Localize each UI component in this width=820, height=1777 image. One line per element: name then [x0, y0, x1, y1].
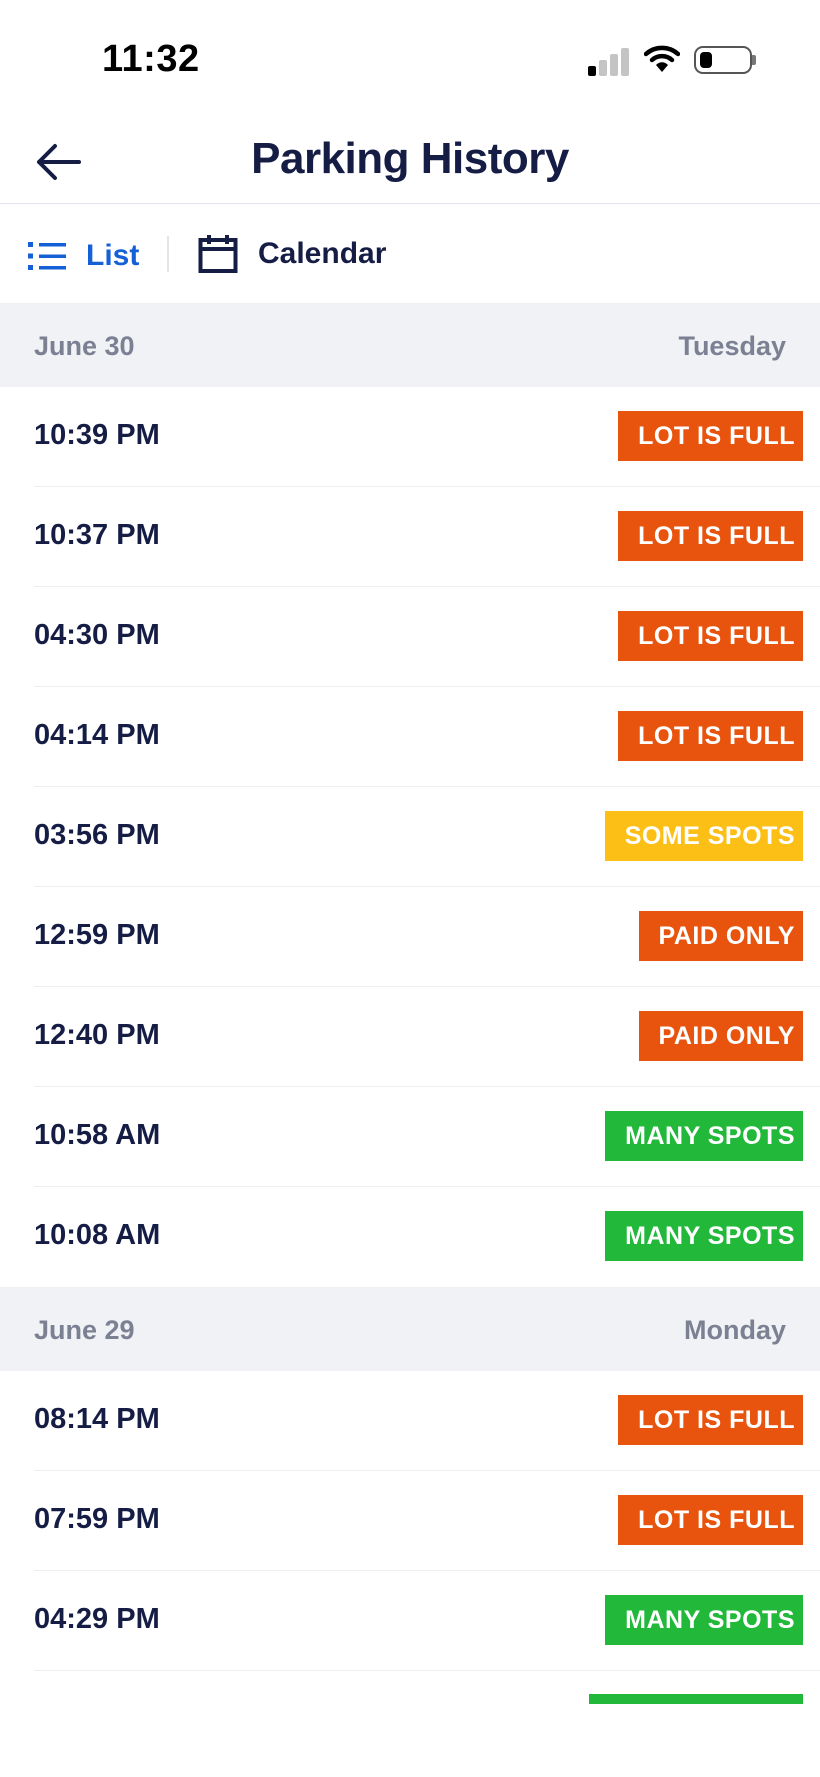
entry-time: 12:40 PM: [34, 1019, 160, 1051]
status-badge-partial: [589, 1694, 803, 1704]
status-badge: LOT IS FULL: [618, 511, 803, 561]
history-row[interactable]: 07:59 PM LOT IS FULL: [0, 1471, 820, 1571]
entry-time: 10:58 AM: [34, 1119, 161, 1151]
section-date: June 30: [34, 331, 135, 361]
history-row[interactable]: 10:37 PM LOT IS FULL: [0, 487, 820, 587]
history-row[interactable]: 08:14 PM LOT IS FULL: [0, 1371, 820, 1471]
page-title: Parking History: [251, 134, 569, 183]
history-row[interactable]: 10:08 AM MANY SPOTS: [0, 1187, 820, 1287]
entry-time: 03:56 PM: [34, 819, 160, 851]
status-bar: 11:32: [0, 0, 820, 120]
list-view-label: List: [86, 239, 140, 272]
battery-icon: [694, 46, 752, 74]
row-divider: [34, 1669, 820, 1671]
calendar-icon: [198, 235, 238, 273]
history-row[interactable]: 04:14 PM LOT IS FULL: [0, 687, 820, 787]
section-day: Tuesday: [678, 331, 786, 361]
calendar-view-tab[interactable]: Calendar: [198, 232, 386, 276]
entry-time: 04:30 PM: [34, 619, 160, 651]
entry-time: 04:29 PM: [34, 1603, 160, 1635]
history-row[interactable]: 12:59 PM PAID ONLY: [0, 887, 820, 987]
view-toggle: List Calendar: [0, 204, 820, 304]
section-day: Monday: [683, 1315, 786, 1345]
entry-time: 10:08 AM: [34, 1219, 161, 1251]
status-badge: PAID ONLY: [638, 1011, 803, 1061]
battery-cap: [752, 55, 756, 65]
nav-bar: Parking History: [0, 120, 820, 204]
wifi-icon: [643, 44, 681, 79]
toggle-divider: [167, 236, 169, 272]
status-badge: LOT IS FULL: [618, 411, 803, 461]
status-badge: LOT IS FULL: [618, 611, 803, 661]
section-header: June 30 Tuesday: [0, 303, 820, 387]
entry-time: 04:14 PM: [34, 719, 160, 751]
entry-time: 10:39 PM: [34, 419, 160, 451]
status-badge: LOT IS FULL: [618, 1495, 803, 1545]
entry-time: 12:59 PM: [34, 919, 160, 951]
history-row[interactable]: 12:40 PM PAID ONLY: [0, 987, 820, 1087]
status-badge: MANY SPOTS: [605, 1111, 803, 1161]
history-row[interactable]: 03:56 PM SOME SPOTS: [0, 787, 820, 887]
status-badge: SOME SPOTS: [604, 811, 803, 861]
history-row[interactable]: 10:58 AM MANY SPOTS: [0, 1087, 820, 1187]
list-icon: [28, 242, 66, 270]
calendar-view-label: Calendar: [258, 237, 387, 270]
status-time: 11:32: [102, 38, 200, 80]
section-date: June 29: [34, 1315, 135, 1345]
entry-time: 08:14 PM: [34, 1403, 160, 1435]
entry-time: 10:37 PM: [34, 519, 160, 551]
history-row[interactable]: 04:30 PM LOT IS FULL: [0, 587, 820, 687]
cellular-signal-icon: [588, 46, 630, 76]
status-badge: LOT IS FULL: [618, 711, 803, 761]
status-badge: MANY SPOTS: [605, 1211, 803, 1261]
history-row[interactable]: 04:29 PM MANY SPOTS: [0, 1571, 820, 1671]
status-badge: PAID ONLY: [638, 911, 803, 961]
status-badge: LOT IS FULL: [618, 1395, 803, 1445]
section-header: June 29 Monday: [0, 1287, 820, 1371]
list-view-tab[interactable]: List: [28, 234, 139, 278]
entry-time: 07:59 PM: [34, 1503, 160, 1535]
status-badge: MANY SPOTS: [605, 1595, 803, 1645]
history-row[interactable]: 10:39 PM LOT IS FULL: [0, 387, 820, 487]
